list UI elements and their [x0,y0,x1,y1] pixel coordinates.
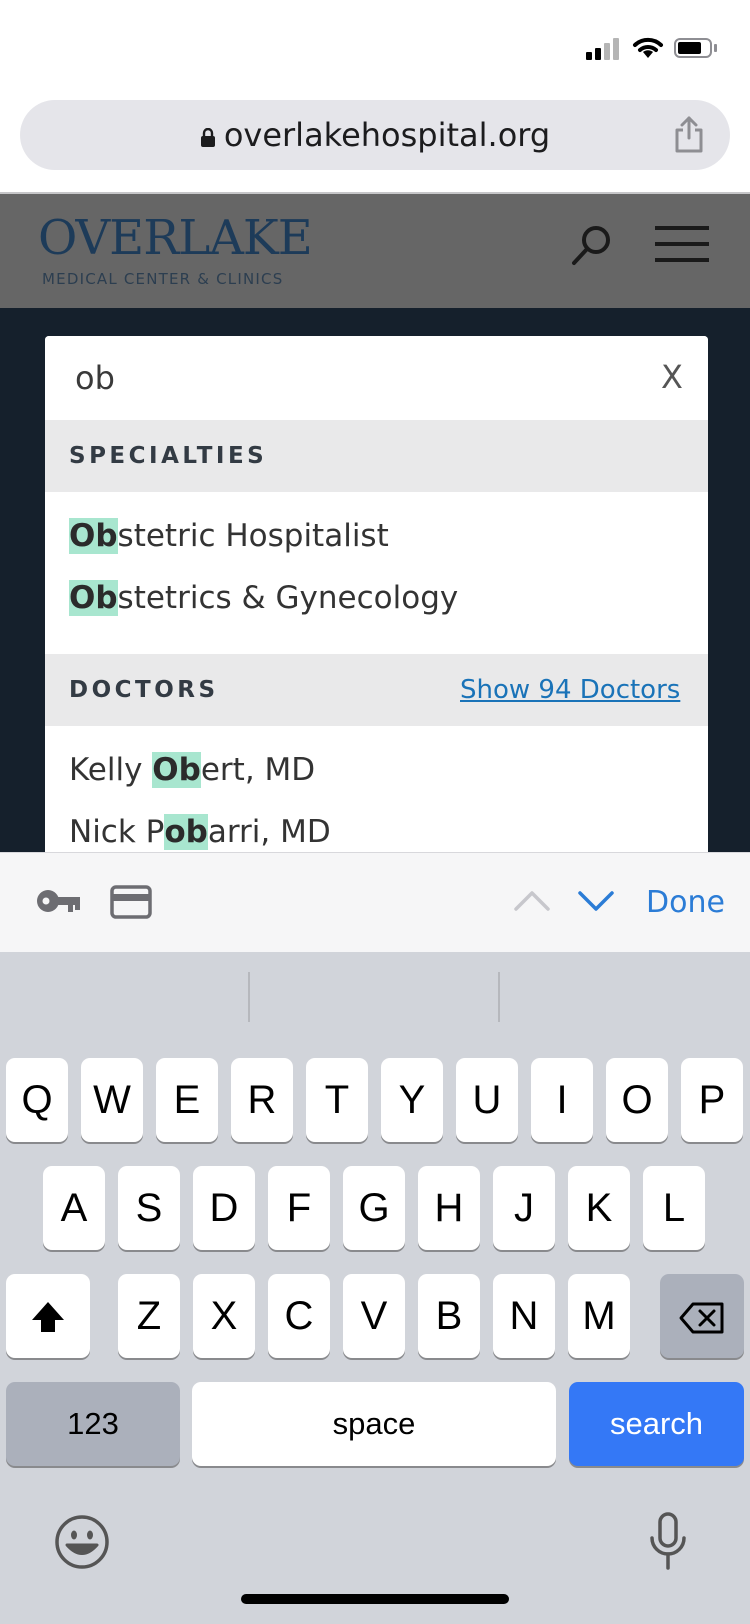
key-v[interactable]: V [343,1274,405,1358]
search-input[interactable] [45,336,708,420]
key-g[interactable]: G [343,1166,405,1250]
key-k[interactable]: K [568,1166,630,1250]
key-n[interactable]: N [493,1274,555,1358]
key-c[interactable]: C [268,1274,330,1358]
browser-toolbar: overlakehospital.org [0,90,750,192]
site-header: OVERLAKE MEDICAL CENTER & CLINICS [0,194,750,308]
specialty-result[interactable]: Obstetric Hospitalist [69,518,389,554]
url-label: overlakehospital.org [223,116,551,154]
numbers-key[interactable]: 123 [6,1382,180,1466]
address-text: overlakehospital.org [20,100,730,170]
specialties-header: SPECIALTIES [45,420,708,492]
specialties-title: SPECIALTIES [69,443,268,469]
battery-icon [674,38,718,60]
microphone-icon[interactable] [648,1512,688,1572]
show-all-doctors-link[interactable]: Show 94 Doctors [460,654,680,726]
home-indicator[interactable] [241,1594,509,1604]
key-w[interactable]: W [81,1058,143,1142]
search-key[interactable]: search [569,1382,744,1466]
key-q[interactable]: Q [6,1058,68,1142]
key-z[interactable]: Z [118,1274,180,1358]
key-f[interactable]: F [268,1166,330,1250]
emoji-icon[interactable] [54,1514,110,1570]
key-l[interactable]: L [643,1166,705,1250]
key-u[interactable]: U [456,1058,518,1142]
lock-icon [200,127,215,147]
chevron-down-icon[interactable] [576,885,616,915]
logo-wordmark: OVERLAKE [38,210,313,266]
site-logo[interactable]: OVERLAKE MEDICAL CENTER & CLINICS [0,194,313,308]
key-i[interactable]: I [531,1058,593,1142]
specialty-result[interactable]: Obstetrics & Gynecology [69,580,458,616]
key-o[interactable]: O [606,1058,668,1142]
keyboard: Q W E R T Y U I O P A S D F G H J K L Z … [0,952,750,1624]
key-p[interactable]: P [681,1058,743,1142]
menu-icon[interactable] [655,224,709,264]
search-icon[interactable] [568,222,616,270]
key-m[interactable]: M [568,1274,630,1358]
signal-icon [586,38,620,60]
shift-key[interactable] [6,1274,90,1358]
search-dropdown: X SPECIALTIES Obstetric Hospitalist Obst… [45,336,708,852]
doctors-header: DOCTORS Show 94 Doctors [45,654,708,726]
share-icon[interactable] [672,114,706,154]
doctors-title: DOCTORS [69,677,219,703]
key-x[interactable]: X [193,1274,255,1358]
clear-search-button[interactable]: X [649,354,695,400]
credit-card-icon[interactable] [110,885,152,919]
done-button[interactable]: Done [646,853,725,953]
space-key[interactable]: space [192,1382,556,1466]
key-icon[interactable] [36,887,82,917]
doctor-result[interactable]: Kelly Obert, MD [69,752,315,788]
key-h[interactable]: H [418,1166,480,1250]
backspace-key[interactable] [660,1274,744,1358]
key-t[interactable]: T [306,1058,368,1142]
key-a[interactable]: A [43,1166,105,1250]
key-e[interactable]: E [156,1058,218,1142]
key-j[interactable]: J [493,1166,555,1250]
backspace-icon [679,1302,724,1334]
logo-tagline: MEDICAL CENTER & CLINICS [42,270,284,288]
key-s[interactable]: S [118,1166,180,1250]
key-b[interactable]: B [418,1274,480,1358]
doctor-result[interactable]: Nick Pobarri, MD [69,814,331,850]
keyboard-accessory-bar: Done [0,852,750,953]
address-bar[interactable]: overlakehospital.org [20,100,730,170]
key-d[interactable]: D [193,1166,255,1250]
status-bar [0,0,750,90]
key-y[interactable]: Y [381,1058,443,1142]
wifi-icon [633,37,663,58]
shift-icon [32,1302,64,1333]
prediction-divider [498,972,500,1022]
key-r[interactable]: R [231,1058,293,1142]
chevron-up-icon[interactable] [512,885,552,915]
prediction-divider [248,972,250,1022]
